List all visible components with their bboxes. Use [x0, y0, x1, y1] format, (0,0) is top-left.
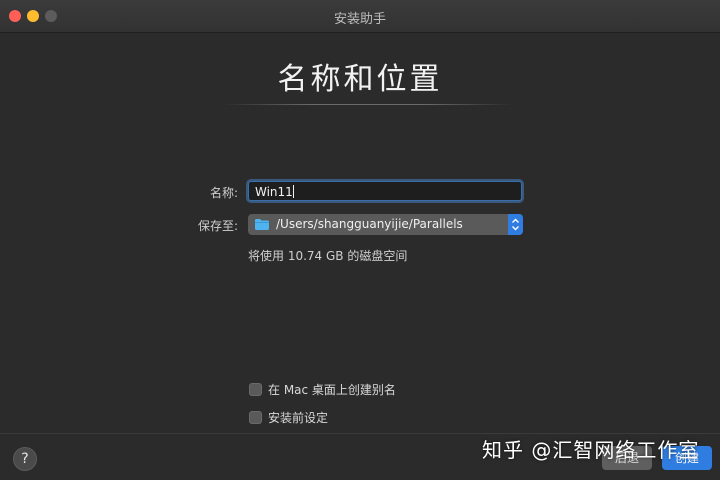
- name-input[interactable]: Win11: [248, 181, 522, 201]
- title-bar: 安装助手: [0, 0, 720, 33]
- page-title: 名称和位置: [277, 62, 443, 97]
- create-alias-checkbox[interactable]: [249, 383, 262, 396]
- customize-before-install-checkbox[interactable]: [249, 411, 262, 424]
- chevron-up-down-icon: [512, 218, 519, 231]
- disk-usage-info: 将使用 10.74 GB 的磁盘空间: [248, 249, 408, 263]
- watermark: 知乎 @汇智网络工作室: [482, 438, 700, 462]
- select-stepper[interactable]: [508, 214, 523, 235]
- name-input-value: Win11: [255, 185, 293, 199]
- help-button[interactable]: ?: [13, 447, 37, 471]
- text-caret: [292, 185, 294, 198]
- location-label: 保存至:: [197, 219, 238, 233]
- customize-before-install-option[interactable]: 安装前设定: [249, 409, 328, 426]
- window-title: 安装助手: [333, 12, 386, 27]
- create-alias-option[interactable]: 在 Mac 桌面上创建别名: [249, 381, 396, 398]
- title-divider: [223, 104, 513, 105]
- location-value: /Users/shangguanyijie/Parallels: [276, 217, 463, 231]
- name-label: 名称:: [209, 186, 238, 200]
- location-select[interactable]: /Users/shangguanyijie/Parallels: [248, 214, 523, 235]
- customize-before-install-label: 安装前设定: [268, 411, 329, 425]
- folder-icon: [255, 219, 269, 230]
- create-alias-label: 在 Mac 桌面上创建别名: [268, 383, 396, 397]
